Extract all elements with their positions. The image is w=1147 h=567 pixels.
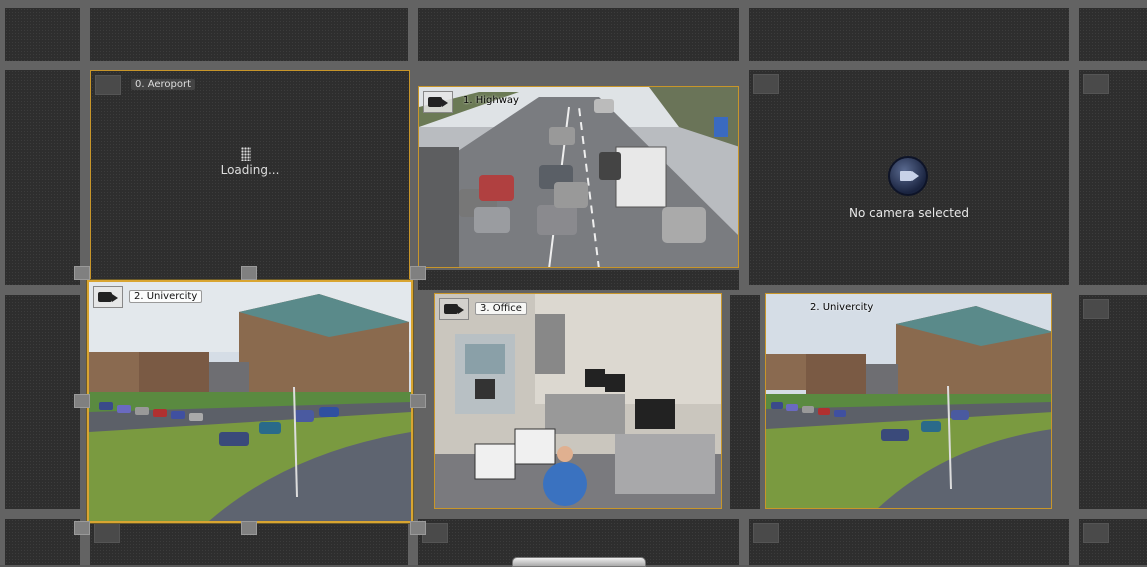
cell-thumb-icon xyxy=(753,74,779,94)
camera-label: 2. Univercity xyxy=(810,302,874,313)
no-camera-icon[interactable] xyxy=(888,156,928,196)
grid-cell[interactable] xyxy=(418,270,739,290)
resize-handle-top-left[interactable] xyxy=(74,266,90,280)
resize-handle-bottom-right[interactable] xyxy=(410,521,426,535)
grid-cell[interactable] xyxy=(5,70,80,285)
grid-cell[interactable] xyxy=(1079,70,1147,285)
resize-handle-left[interactable] xyxy=(74,394,90,408)
highway-video-frame xyxy=(419,87,738,267)
cell-thumb-icon xyxy=(94,523,120,543)
cell-thumb-icon xyxy=(95,75,121,95)
camera-view-univercity-selected[interactable]: 2. Univercity xyxy=(87,280,413,523)
resize-handle-top[interactable] xyxy=(241,266,257,280)
bottom-panel-tab[interactable] xyxy=(512,557,646,567)
grid-cell[interactable] xyxy=(1079,8,1147,61)
grid-cell[interactable] xyxy=(90,8,408,61)
camera-label: 0. Aeroport xyxy=(131,79,196,90)
cell-thumb-icon xyxy=(753,523,779,543)
cell-thumb-icon xyxy=(1083,299,1109,319)
grid-cell[interactable] xyxy=(749,8,1069,61)
grid-cell[interactable] xyxy=(730,295,760,509)
resize-handle-top-right[interactable] xyxy=(410,266,426,280)
camera-view-office[interactable]: 3. Office xyxy=(434,293,722,509)
camera-icon xyxy=(439,298,469,320)
resize-handle-right[interactable] xyxy=(410,394,426,408)
cell-thumb-icon xyxy=(1083,74,1109,94)
univercity-video-frame-2 xyxy=(766,294,1051,508)
camera-label: 2. Univercity xyxy=(129,290,203,303)
grid-cell[interactable] xyxy=(1079,295,1147,509)
camera-view-highway[interactable]: 1. Highway xyxy=(418,86,739,268)
camera-label: 3. Office xyxy=(475,302,527,315)
grid-cell[interactable] xyxy=(418,8,739,61)
univercity-video-frame xyxy=(89,282,411,521)
loading-text: Loading... xyxy=(220,163,280,177)
resize-handle-bottom-left[interactable] xyxy=(74,521,90,535)
camera-view-empty[interactable]: No camera selected xyxy=(749,70,1069,285)
no-camera-text: No camera selected xyxy=(849,206,969,220)
office-video-frame xyxy=(435,294,721,508)
camera-view-aeroport[interactable]: 0. Aeroport Loading... xyxy=(90,70,410,281)
camera-icon xyxy=(93,286,123,308)
camera-label: 1. Highway xyxy=(463,95,519,106)
grid-cell[interactable] xyxy=(1079,519,1147,565)
grid-cell[interactable] xyxy=(5,295,80,509)
grid-cell[interactable] xyxy=(5,519,80,565)
grid-cell[interactable] xyxy=(749,519,1069,565)
camera-view-univercity[interactable]: 2. Univercity xyxy=(765,293,1052,509)
camera-icon xyxy=(423,91,453,113)
loading-spinner-icon xyxy=(241,147,251,161)
resize-handle-bottom[interactable] xyxy=(241,521,257,535)
grid-cell[interactable] xyxy=(5,8,80,61)
cell-thumb-icon xyxy=(1083,523,1109,543)
